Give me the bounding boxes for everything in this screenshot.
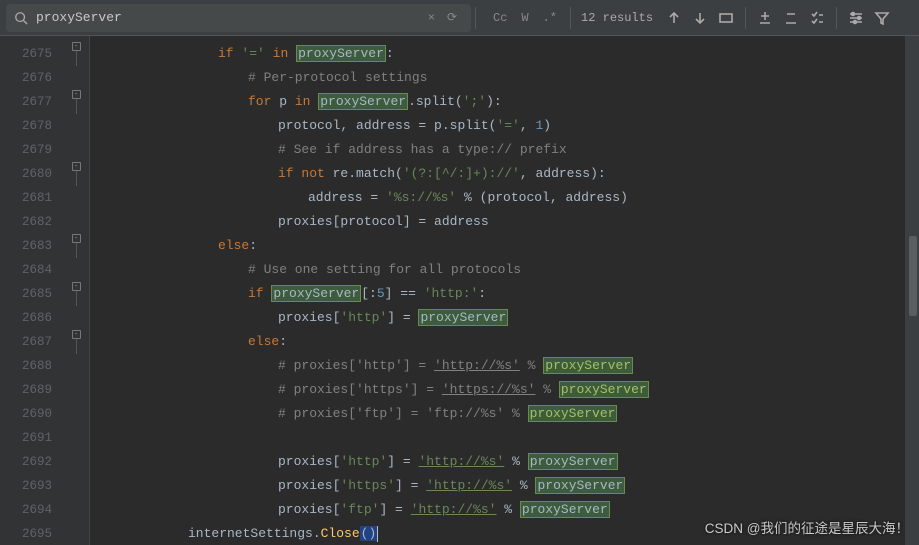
select-occurrences-button[interactable]	[806, 7, 828, 29]
code-line[interactable]: # proxies['ftp'] = 'ftp://%s' % proxySer…	[108, 402, 905, 426]
line-number: 2683	[0, 234, 62, 258]
search-box[interactable]: × ⟳	[6, 4, 471, 32]
next-match-button[interactable]	[689, 7, 711, 29]
select-all-button[interactable]	[715, 7, 737, 29]
code-line[interactable]: proxies['http'] = 'http://%s' % proxySer…	[108, 450, 905, 474]
fold-gutter: ------	[62, 36, 90, 545]
separator	[475, 7, 476, 29]
line-number-gutter: 2675267626772678267926802681268226832684…	[0, 36, 62, 545]
watermark: CSDN @我们的征途是星辰大海！	[705, 517, 909, 537]
separator	[570, 7, 571, 29]
search-icon	[14, 11, 28, 25]
line-number: 2694	[0, 498, 62, 522]
code-line[interactable]: if not re.match('(?:[^/:]+)://', address…	[108, 162, 905, 186]
clear-icon[interactable]: ×	[428, 11, 435, 25]
code-line[interactable]: # See if address has a type:// prefix	[108, 138, 905, 162]
line-number: 2691	[0, 426, 62, 450]
add-selection-button[interactable]	[754, 7, 776, 29]
search-input[interactable]	[34, 9, 428, 26]
code-line[interactable]: for p in proxyServer.split(';'):	[108, 90, 905, 114]
line-number: 2684	[0, 258, 62, 282]
line-number: 2685	[0, 282, 62, 306]
line-number: 2676	[0, 66, 62, 90]
code-line[interactable]: else:	[108, 330, 905, 354]
line-number: 2688	[0, 354, 62, 378]
code-line[interactable]: proxies['https'] = 'http://%s' % proxySe…	[108, 474, 905, 498]
line-number: 2679	[0, 138, 62, 162]
prev-match-button[interactable]	[663, 7, 685, 29]
line-number: 2692	[0, 450, 62, 474]
code-line[interactable]: if '=' in proxyServer:	[108, 42, 905, 66]
code-line[interactable]	[108, 426, 905, 450]
line-number: 2695	[0, 522, 62, 545]
arrow-down-icon	[692, 10, 708, 26]
line-number: 2687	[0, 330, 62, 354]
scrollbar-thumb[interactable]	[909, 236, 917, 316]
results-count: 12 results	[581, 11, 653, 25]
code-line[interactable]: else:	[108, 234, 905, 258]
line-number: 2686	[0, 306, 62, 330]
remove-selection-button[interactable]	[780, 7, 802, 29]
arrow-up-icon	[666, 10, 682, 26]
line-number: 2693	[0, 474, 62, 498]
separator	[836, 7, 837, 29]
settings-button[interactable]	[845, 7, 867, 29]
separator	[745, 7, 746, 29]
sliders-icon	[848, 10, 864, 26]
code-line[interactable]: proxies[protocol] = address	[108, 210, 905, 234]
minus-icon	[783, 10, 799, 26]
find-toolbar: × ⟳ Cc W .* 12 results	[0, 0, 919, 36]
code-line[interactable]: # proxies['https'] = 'https://%s' % prox…	[108, 378, 905, 402]
line-number: 2682	[0, 210, 62, 234]
code-editor[interactable]: 2675267626772678267926802681268226832684…	[0, 36, 919, 545]
filter-button[interactable]	[871, 7, 893, 29]
checklist-icon	[809, 10, 825, 26]
code-line[interactable]: # Use one setting for all protocols	[108, 258, 905, 282]
line-number: 2681	[0, 186, 62, 210]
line-number: 2675	[0, 42, 62, 66]
code-line[interactable]: proxies['http'] = proxyServer	[108, 306, 905, 330]
line-number: 2677	[0, 90, 62, 114]
code-line[interactable]: protocol, address = p.split('=', 1)	[108, 114, 905, 138]
line-number: 2689	[0, 378, 62, 402]
code-line[interactable]: # Per-protocol settings	[108, 66, 905, 90]
history-icon[interactable]: ⟳	[447, 10, 457, 25]
filter-icon	[874, 10, 890, 26]
toolbar-options: Cc W .* 12 results	[480, 7, 919, 29]
plus-icon	[757, 10, 773, 26]
code-line[interactable]: if proxyServer[:5] == 'http:':	[108, 282, 905, 306]
code-line[interactable]: # proxies['http'] = 'http://%s' % proxyS…	[108, 354, 905, 378]
regex-toggle[interactable]: .*	[538, 8, 562, 28]
match-case-toggle[interactable]: Cc	[488, 8, 512, 28]
search-inline-controls: × ⟳	[428, 10, 463, 25]
select-all-icon	[718, 10, 734, 26]
line-number: 2680	[0, 162, 62, 186]
line-number: 2690	[0, 402, 62, 426]
code-line[interactable]: address = '%s://%s' % (protocol, address…	[108, 186, 905, 210]
code-area[interactable]: if '=' in proxyServer:# Per-protocol set…	[90, 36, 905, 545]
line-number: 2678	[0, 114, 62, 138]
scrollbar[interactable]	[905, 36, 919, 545]
whole-word-toggle[interactable]: W	[516, 8, 533, 28]
